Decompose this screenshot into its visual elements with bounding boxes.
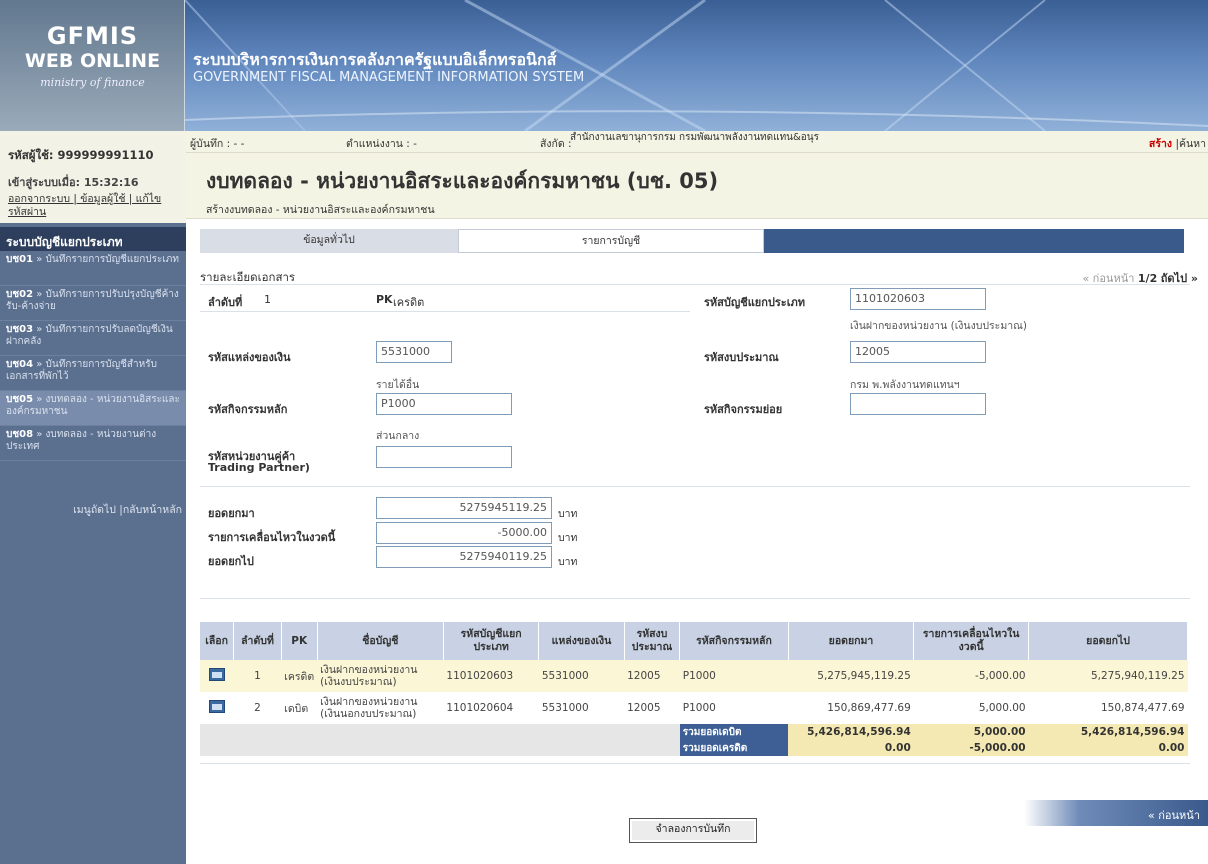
tab-account-items[interactable]: รายการบัญชี [458, 229, 764, 253]
recorder: ผู้บันทึก : - - [190, 138, 245, 150]
tab-bar: ข้อมูลทั่วไป รายการบัญชี [200, 229, 1184, 253]
subactivity-label: รหัสกิจกรรมย่อย [704, 403, 783, 416]
table-header: เลือก ลำดับที่ PK ชื่อบัญชี รหัสบัญชีแยก… [200, 622, 1188, 660]
sidebar-footer-links[interactable]: เมนูถัดไป |กลับหน้าหลัก [0, 461, 186, 518]
gfmis-logo: GFMIS WEB ONLINE ministry of finance [0, 0, 185, 131]
activity-description: ส่วนกลาง [376, 430, 420, 442]
login-label: เข้าสู่ระบบเมื่อ: [8, 176, 80, 189]
seq-value: 1 [264, 293, 271, 306]
pk-label: PK [376, 293, 393, 306]
account-table: เลือก ลำดับที่ PK ชื่อบัญชี รหัสบัญชีแยก… [200, 622, 1188, 756]
budget-label: รหัสงบประมาณ [704, 351, 779, 364]
activity-input[interactable]: P1000 [376, 393, 512, 415]
activity-label: รหัสกิจกรรมหลัก [208, 403, 288, 416]
fund-label: รหัสแหล่งของเงิน [208, 351, 291, 364]
position: ตำแหน่งงาน : - [346, 138, 417, 150]
sidebar-item-gl08[interactable]: บช08 » งบทดลอง - หน่วยงานต่างประเทศ [0, 426, 186, 461]
fund-description: รายได้อื่น [376, 379, 420, 391]
carry-out-label: ยอดยกไป [208, 555, 254, 568]
trading-partner-label-2: Trading Partner) [208, 461, 310, 474]
search-link[interactable]: |ค้นหา [1175, 135, 1206, 152]
sidebar-item-gl04[interactable]: บช04 » บันทึกรายการบัญชีสำหรับเอกสารที่พ… [0, 356, 186, 391]
subactivity-input[interactable] [850, 393, 986, 415]
budget-description: กรม พ.พลังงานทดแทนฯ [850, 379, 960, 391]
page-subtitle: สร้างงบทดลอง - หน่วยงานอิสระและองค์กรมหา… [206, 204, 435, 216]
gl-input[interactable]: 1101020603 [850, 288, 986, 310]
carry-out-input[interactable]: 5275940119.25 [376, 546, 552, 568]
fund-input[interactable]: 5531000 [376, 341, 452, 363]
movement-label: รายการเคลื่อนไหวในงวดนี้ [208, 531, 336, 544]
folder-icon[interactable] [208, 668, 225, 681]
carry-in-input[interactable]: 5275945119.25 [376, 497, 552, 519]
simulate-save-button[interactable]: จำลองการบันทึก [629, 818, 757, 843]
user-id: รหัสผู้ใช้: 999999991110 [8, 148, 154, 162]
carry-in-unit: บาท [558, 508, 578, 520]
carry-out-unit: บาท [558, 556, 578, 568]
page-title: งบทดลอง - หน่วยงานอิสระและองค์กรมหาชน (บ… [206, 169, 719, 193]
user-info: รหัสผู้ใช้: 999999991110 เข้าสู่ระบบเมื่… [0, 131, 186, 227]
main-content: ผู้บันทึก : - - ตำแหน่งงาน : - สังกัด : … [186, 131, 1208, 864]
login-time: 15:32:16 [83, 176, 139, 189]
credit-total-row: รวมยอดเครดิต 0.00 -5,000.00 0.00 [200, 740, 1188, 756]
info-bar: ผู้บันทึก : - - ตำแหน่งงาน : - สังกัด : … [186, 131, 1208, 153]
divider [200, 284, 1190, 285]
sidebar-item-gl02[interactable]: บช02 » บันทึกรายการปรับปรุงบัญชีค้างรับ-… [0, 286, 186, 321]
movement-input[interactable]: -5000.00 [376, 522, 552, 544]
gl-label: รหัสบัญชีแยกประเภท [704, 296, 805, 309]
create-link[interactable]: สร้าง [1149, 135, 1172, 152]
sidebar-item-gl03[interactable]: บช03 » บันทึกรายการปรับลดบัญชีเงินฝากคลั… [0, 321, 186, 356]
header-banner: GFMIS WEB ONLINE ministry of finance ระบ… [0, 0, 1208, 131]
trading-partner-input[interactable] [376, 446, 512, 468]
user-links[interactable]: ออกจากระบบ | ข้อมูลผู้ใช้ | แก้ไขรหัสผ่า… [8, 193, 178, 219]
table-row[interactable]: 1 เครดิต เงินฝากของหน่วยงาน (เงินงบประมา… [200, 660, 1188, 692]
table-row[interactable]: 2 เดบิต เงินฝากของหน่วยงาน (เงินนอกงบประ… [200, 692, 1188, 724]
folder-icon[interactable] [208, 700, 225, 713]
page-header: งบทดลอง - หน่วยงานอิสระและองค์กรมหาชน (บ… [186, 153, 1208, 219]
seq-label: ลำดับที่ [208, 296, 243, 309]
system-title-english: GOVERNMENT FISCAL MANAGEMENT INFORMATION… [193, 70, 585, 85]
affiliation: สำนักงานเลขานุการกรม กรมพัฒนาพลังงานทดแท… [570, 132, 820, 143]
tab-general[interactable]: ข้อมูลทั่วไป [200, 229, 458, 253]
debit-total-row: รวมยอดเดบิต 5,426,814,596.94 5,000.00 5,… [200, 724, 1188, 740]
carry-in-label: ยอดยกมา [208, 507, 255, 520]
pk-value: เครดิต [393, 296, 425, 309]
sidebar-title: ระบบบัญชีแยกประเภท [0, 227, 186, 251]
movement-unit: บาท [558, 532, 578, 544]
sidebar: รหัสผู้ใช้: 999999991110 เข้าสู่ระบบเมื่… [0, 131, 186, 864]
previous-button[interactable]: « ก่อนหน้า [1024, 800, 1208, 826]
affiliation-label: สังกัด : [540, 138, 572, 150]
sidebar-item-gl05[interactable]: บช05 » งบทดลอง - หน่วยงานอิสระและองค์กรม… [0, 391, 186, 426]
budget-input[interactable]: 12005 [850, 341, 986, 363]
gl-description: เงินฝากของหน่วยงาน (เงินงบประมาณ) [850, 320, 1027, 332]
sidebar-item-gl01[interactable]: บช01 » บันทึกรายการบัญชีแยกประเภท [0, 251, 186, 286]
